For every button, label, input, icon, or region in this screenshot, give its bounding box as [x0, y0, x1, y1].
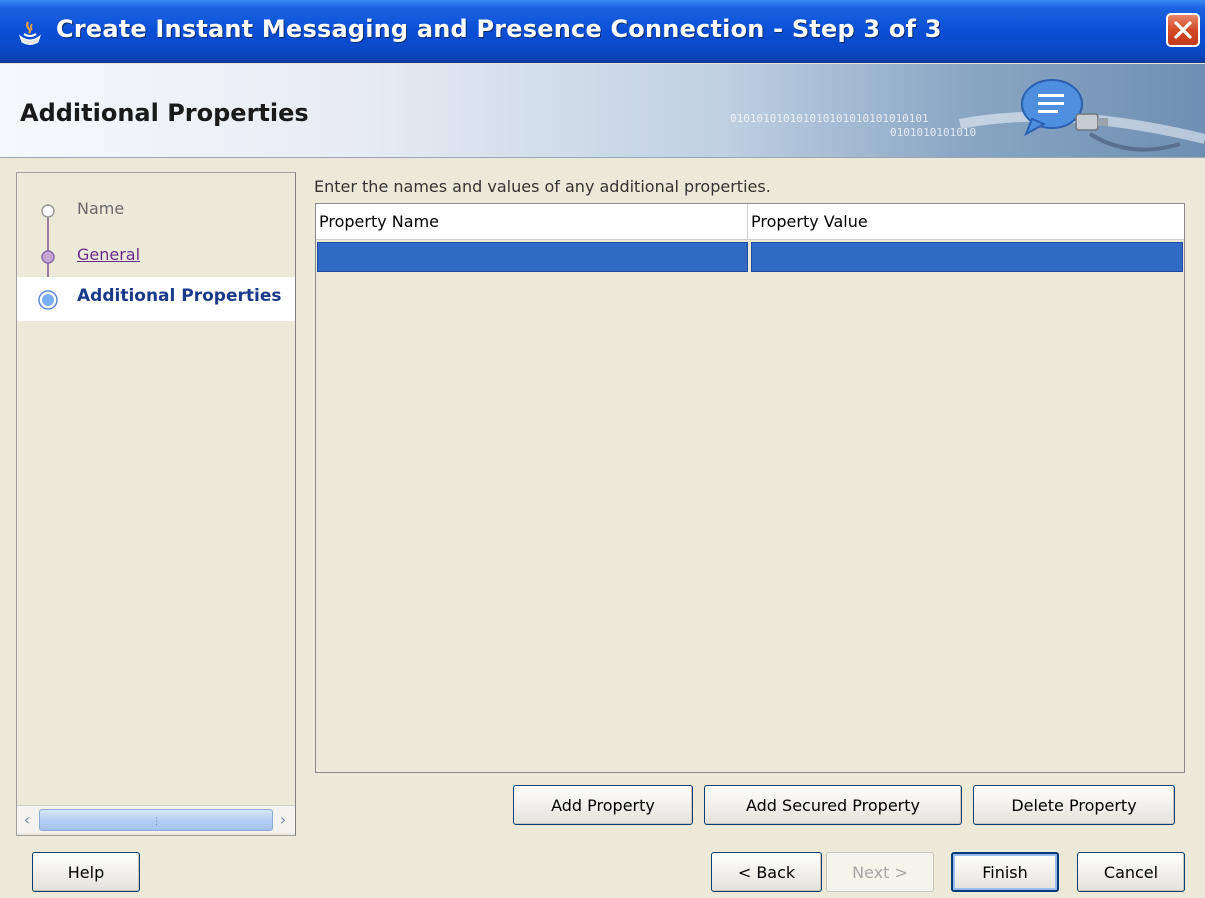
steps-horizontal-scrollbar[interactable]: ‹ ⋮ › [17, 805, 295, 833]
table-header: Property Name Property Value [316, 204, 1184, 240]
wizard-dialog: Create Instant Messaging and Presence Co… [0, 0, 1205, 898]
step-label: Name [77, 199, 125, 218]
page-heading: Additional Properties [20, 99, 309, 127]
next-button[interactable]: Next > [826, 852, 934, 892]
step-visited-icon [41, 204, 55, 218]
help-button[interactable]: Help [32, 852, 140, 892]
window-title: Create Instant Messaging and Presence Co… [56, 15, 942, 43]
step-label: Additional Properties [77, 286, 282, 306]
button-label: Next > [852, 862, 908, 882]
step-item-name[interactable]: Name [17, 191, 295, 229]
add-secured-property-button[interactable]: Add Secured Property [704, 785, 962, 825]
back-button[interactable]: < Back [711, 852, 822, 892]
delete-property-button[interactable]: Delete Property [973, 785, 1175, 825]
button-label: Delete Property [1011, 795, 1137, 815]
button-label: Finish [982, 862, 1028, 882]
instruction-text: Enter the names and values of any additi… [314, 177, 771, 196]
step-label: General [77, 245, 141, 264]
button-label: Add Property [551, 795, 655, 815]
table-row[interactable] [317, 242, 1183, 272]
step-item-additional-properties[interactable]: Additional Properties [17, 277, 295, 321]
header-banner: Additional Properties 010101010101010101… [0, 64, 1205, 158]
chat-connection-icon [959, 79, 1205, 152]
step-current-icon [38, 290, 58, 310]
properties-table[interactable]: Property Name Property Value [315, 203, 1185, 773]
add-property-button[interactable]: Add Property [513, 785, 693, 825]
title-bar[interactable]: Create Instant Messaging and Presence Co… [0, 0, 1205, 63]
java-cup-icon [18, 21, 42, 45]
finish-button[interactable]: Finish [951, 852, 1059, 892]
close-icon [1174, 21, 1192, 39]
scrollbar-thumb[interactable]: ⋮ [39, 809, 273, 831]
button-label: Help [67, 862, 105, 882]
button-label: Cancel [1103, 862, 1159, 882]
scroll-right-icon[interactable]: › [273, 810, 293, 830]
scroll-left-icon[interactable]: ‹ [17, 810, 37, 830]
wizard-steps-panel: Name General Additional Properties ‹ ⋮ › [16, 172, 296, 836]
button-label: Add Secured Property [745, 795, 920, 815]
banner-binary-decoration: 010101010101010101010101010101 [730, 112, 929, 125]
cancel-button[interactable]: Cancel [1077, 852, 1185, 892]
property-value-cell[interactable] [751, 242, 1183, 272]
property-name-cell[interactable] [317, 242, 748, 272]
button-label: < Back [737, 862, 796, 882]
step-item-general[interactable]: General [17, 237, 295, 275]
column-header-property-name[interactable]: Property Name [316, 204, 748, 240]
step-link-icon [41, 250, 55, 264]
grip-icon: ⋮ [152, 817, 161, 827]
column-header-property-value[interactable]: Property Value [748, 204, 1184, 240]
close-button[interactable] [1166, 13, 1200, 47]
